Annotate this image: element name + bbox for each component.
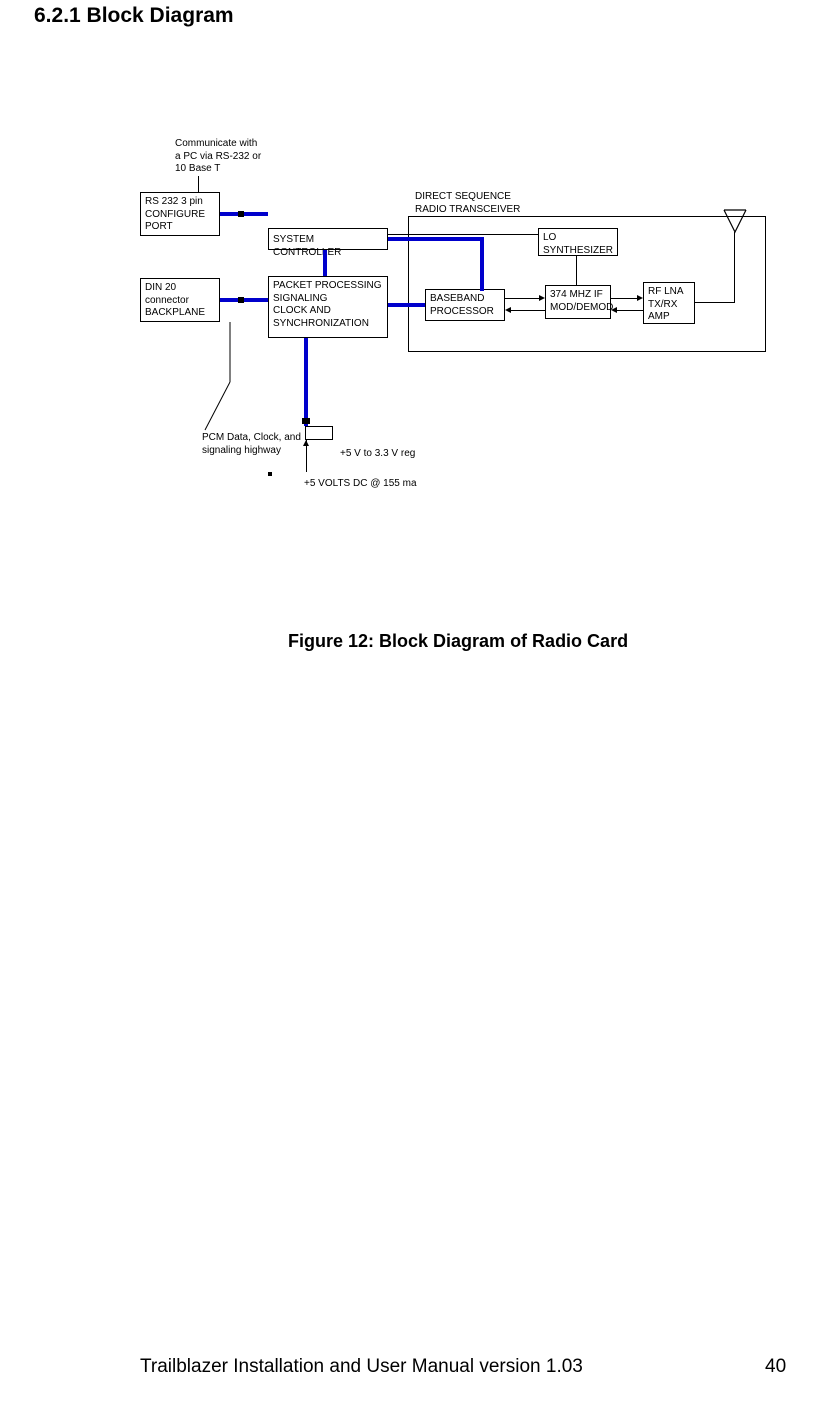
arrow-icon <box>637 295 643 301</box>
arrow-icon <box>611 307 617 313</box>
pad <box>238 297 244 303</box>
wire <box>695 302 735 303</box>
reg-label: +5 V to 3.3 V reg <box>340 448 415 461</box>
figure-caption: Figure 12: Block Diagram of Radio Card <box>288 631 628 652</box>
block-if-mod: 374 MHZ IFMOD/DEMOD <box>545 285 611 319</box>
block-backplane: DIN 20connectorBACKPLANE <box>140 278 220 322</box>
wire <box>220 298 268 302</box>
wire <box>220 212 268 216</box>
note-pcm: PCM Data, Clock, andsignaling highway <box>202 432 301 457</box>
arrow-icon <box>303 440 309 446</box>
wire <box>388 234 538 235</box>
pad <box>268 472 272 476</box>
regulator-box <box>305 426 333 440</box>
block-lo-synth: LOSYNTHESIZER <box>538 228 618 256</box>
note-pc: Communicate witha PC via RS-232 or10 Bas… <box>175 138 261 176</box>
footer-title: Trailblazer Installation and User Manual… <box>140 1356 583 1378</box>
wire <box>480 237 484 291</box>
wire <box>611 298 637 299</box>
block-configure-port: RS 232 3 pinCONFIGUREPORT <box>140 192 220 236</box>
pad <box>238 211 244 217</box>
antenna-icon <box>722 208 748 236</box>
transceiver-title: DIRECT SEQUENCERADIO TRANSCEIVER <box>415 191 520 216</box>
arrow-icon <box>505 307 511 313</box>
arrow-icon <box>539 295 545 301</box>
block-packet-proc: PACKET PROCESSINGSIGNALINGCLOCK ANDSYNCH… <box>268 276 388 338</box>
wire <box>388 237 484 241</box>
wire <box>511 310 545 311</box>
block-system-controller: SYSTEM CONTROLLER <box>268 228 388 250</box>
block-baseband: BASEBANDPROCESSOR <box>425 289 505 321</box>
block-rf-lna: RF LNATX/RXAMP <box>643 282 695 324</box>
wire <box>576 256 577 285</box>
footer-page-number: 40 <box>765 1356 786 1378</box>
wire <box>323 250 327 276</box>
pad <box>302 418 310 424</box>
wire <box>617 310 643 311</box>
wire <box>505 298 539 299</box>
leader-line <box>198 176 199 192</box>
wire <box>734 232 735 302</box>
block-diagram: Communicate witha PC via RS-232 or10 Bas… <box>140 120 768 460</box>
leader-line-pcm <box>195 322 245 432</box>
wire <box>304 338 308 426</box>
wire <box>388 303 425 307</box>
power-label: +5 VOLTS DC @ 155 ma <box>304 478 417 491</box>
section-heading: 6.2.1 Block Diagram <box>34 4 234 28</box>
